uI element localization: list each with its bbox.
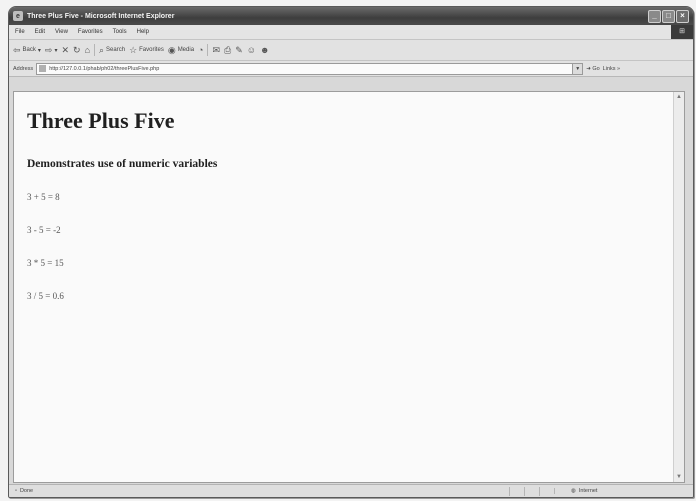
- vertical-scrollbar[interactable]: ▲ ▼: [673, 92, 684, 482]
- menu-file[interactable]: File: [15, 29, 25, 35]
- home-icon[interactable]: ⌂: [85, 45, 90, 55]
- refresh-icon[interactable]: ↻: [73, 45, 81, 56]
- media-button[interactable]: ◉ Media: [168, 45, 194, 56]
- result-line: 3 * 5 = 15: [27, 258, 64, 268]
- menu-tools[interactable]: Tools: [113, 29, 127, 35]
- search-label: Search: [106, 47, 126, 53]
- browser-window: e Three Plus Five - Microsoft Internet E…: [8, 6, 694, 498]
- media-label: Media: [177, 47, 195, 53]
- status-text: Done: [19, 488, 34, 494]
- stop-icon[interactable]: ✕: [61, 45, 69, 56]
- standard-toolbar: ⇦ Back ▾ ⇨ ▾ ✕ ↻ ⌂ ⌕ Search ☆ Favorites …: [9, 40, 693, 61]
- status-bar: ▫ Done ◍ Internet: [9, 484, 693, 497]
- maximize-button[interactable]: □: [662, 10, 675, 23]
- zone-label: Internet: [578, 488, 598, 494]
- address-label: Address: [13, 65, 34, 72]
- page-icon: ▫: [15, 488, 17, 494]
- history-icon[interactable]: ◔: [198, 45, 203, 55]
- print-icon[interactable]: ⎙: [224, 45, 231, 56]
- status-cell: [539, 486, 554, 496]
- back-button[interactable]: ⇦ Back ▾: [13, 45, 41, 56]
- title-bar: e Three Plus Five - Microsoft Internet E…: [9, 7, 693, 25]
- favorites-label: Favorites: [139, 47, 164, 53]
- toolbar-separator: [207, 44, 209, 56]
- page-content: Three Plus Five Demonstrates use of nume…: [13, 91, 685, 483]
- ie-icon: e: [13, 11, 23, 21]
- toolbar-separator: [94, 44, 95, 56]
- menu-favorites[interactable]: Favorites: [78, 29, 103, 35]
- star-icon: ☆: [129, 44, 138, 55]
- discuss-icon[interactable]: ☺: [247, 45, 256, 55]
- minimize-button[interactable]: _: [648, 10, 661, 23]
- search-icon: ⌕: [99, 44, 105, 55]
- media-icon: ◉: [167, 44, 176, 55]
- security-zone: ◍ Internet: [554, 488, 597, 494]
- chevron-down-icon[interactable]: ▼: [572, 63, 583, 74]
- page-subtitle: Demonstrates use of numeric variables: [27, 158, 218, 170]
- window-title: Three Plus Five - Microsoft Internet Exp…: [27, 12, 175, 20]
- page-icon: [39, 65, 47, 72]
- go-arrow-icon: ➜: [586, 65, 591, 72]
- status-cell: [509, 486, 524, 496]
- scroll-down-icon[interactable]: ▼: [674, 472, 684, 482]
- close-button[interactable]: ×: [676, 10, 689, 23]
- windows-logo-icon: ⊞: [671, 25, 693, 39]
- status-text-area: ▫ Done: [9, 488, 509, 494]
- links-button[interactable]: Links »: [603, 66, 620, 72]
- globe-icon: ◍: [571, 488, 576, 494]
- forward-arrow-icon: ⇨: [44, 44, 53, 55]
- back-arrow-icon: ⇦: [13, 44, 21, 55]
- menu-view[interactable]: View: [55, 29, 68, 35]
- address-bar: Address http://127.0.0.1/phab/ph02/three…: [9, 61, 693, 77]
- page-title: Three Plus Five: [27, 108, 175, 133]
- go-label: Go: [592, 65, 600, 72]
- favorites-button[interactable]: ☆ Favorites: [129, 45, 164, 56]
- result-line: 3 + 5 = 8: [27, 192, 60, 202]
- window-controls: _ □ ×: [648, 10, 689, 23]
- result-line: 3 / 5 = 0.6: [27, 291, 64, 301]
- menu-edit[interactable]: Edit: [35, 29, 45, 35]
- menu-bar: File Edit View Favorites Tools Help ⊞: [9, 25, 693, 40]
- address-url: http://127.0.0.1/phab/ph02/threePlusFive…: [49, 65, 160, 72]
- result-line: 3 - 5 = -2: [27, 225, 61, 235]
- mail-icon[interactable]: ✉: [212, 45, 220, 56]
- scroll-up-icon[interactable]: ▲: [674, 92, 684, 102]
- forward-button[interactable]: ⇨ ▾: [45, 45, 58, 56]
- go-button[interactable]: ➜ Go: [586, 66, 599, 72]
- chevron-down-icon: ▾: [37, 47, 41, 54]
- status-cell: [524, 486, 539, 496]
- search-button[interactable]: ⌕ Search: [99, 45, 125, 56]
- back-label: Back: [22, 47, 36, 53]
- chevron-down-icon: ▾: [54, 47, 58, 54]
- address-input[interactable]: http://127.0.0.1/phab/ph02/threePlusFive…: [36, 62, 584, 75]
- edit-icon[interactable]: ✎: [235, 45, 243, 56]
- menu-help[interactable]: Help: [137, 29, 149, 35]
- messenger-icon[interactable]: ☻: [260, 45, 269, 55]
